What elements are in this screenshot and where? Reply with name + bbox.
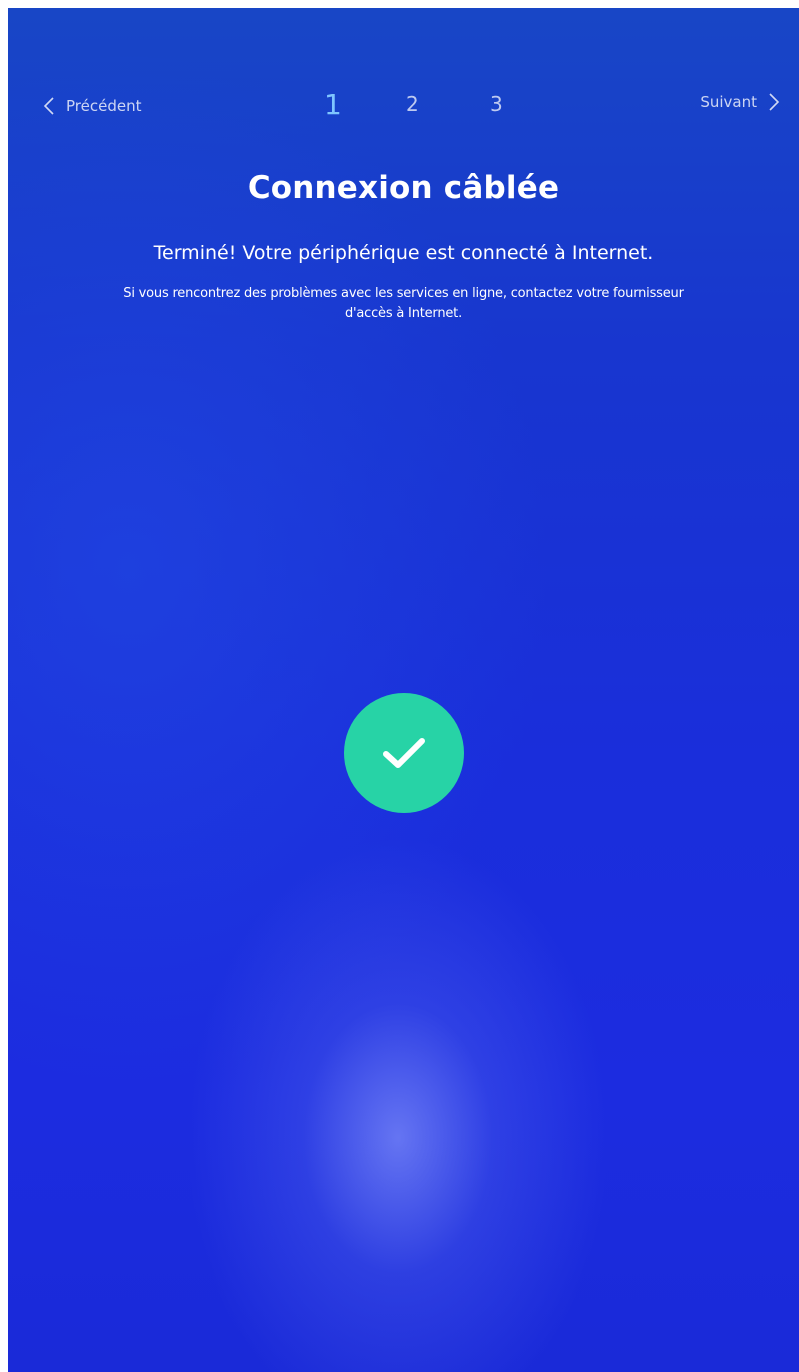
- setup-screen: Précédent 1 2 3 Suivant Connexion câblée…: [8, 8, 799, 1372]
- previous-button[interactable]: Précédent: [42, 96, 141, 116]
- chevron-left-icon: [43, 97, 54, 115]
- help-note: Si vous rencontrez des problèmes avec le…: [48, 284, 759, 324]
- step-1[interactable]: 1: [324, 88, 342, 121]
- success-indicator: [344, 693, 464, 813]
- status-message: Terminé! Votre périphérique est connecté…: [153, 242, 654, 264]
- page-title: Connexion câblée: [247, 170, 560, 206]
- step-indicator: 1 2 3: [308, 88, 528, 128]
- next-label: Suivant: [700, 93, 757, 111]
- step-2[interactable]: 2: [406, 92, 419, 116]
- next-button[interactable]: Suivant: [700, 92, 781, 112]
- help-note-line-2: d'accès à Internet.: [344, 306, 463, 321]
- chevron-right-icon: [769, 93, 780, 111]
- checkmark-icon: [383, 738, 425, 768]
- help-note-line-1: Si vous rencontrez des problèmes avec le…: [123, 286, 684, 301]
- previous-label: Précédent: [66, 97, 142, 115]
- step-3[interactable]: 3: [490, 92, 503, 116]
